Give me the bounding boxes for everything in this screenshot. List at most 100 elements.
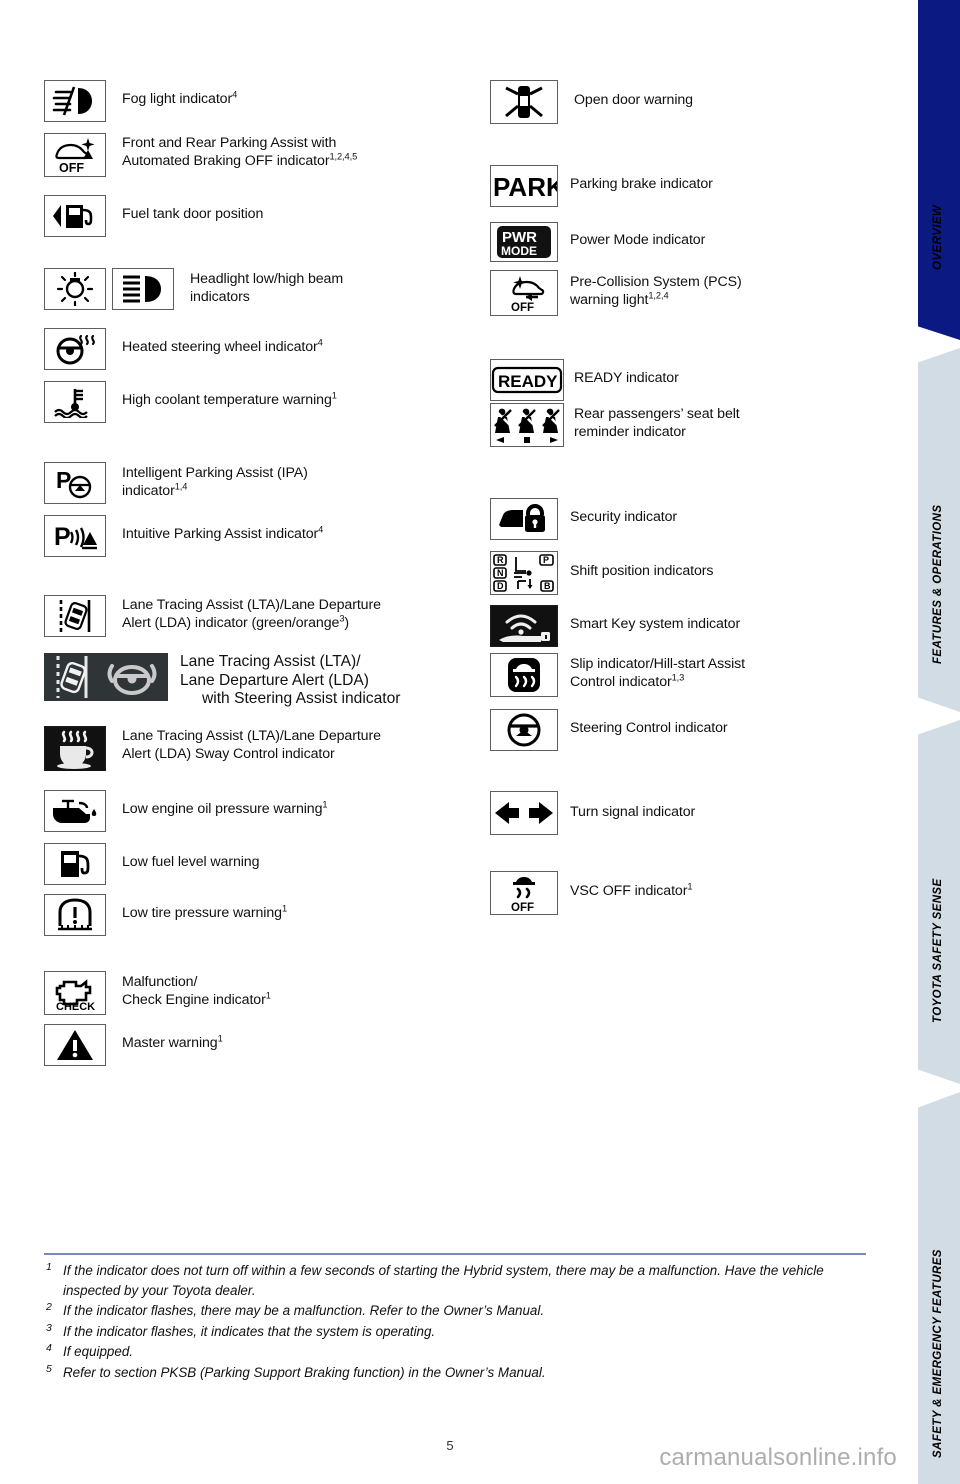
list-item-label: Headlight low/high beam indicators — [190, 271, 343, 306]
list-item: Steering Control indicator — [490, 709, 728, 751]
slip-hill-start-assist-icon — [490, 653, 558, 697]
shift-position-icon: RND P B — [490, 551, 558, 595]
label-line-2: Alert (LDA) Sway Control indicator — [122, 745, 335, 762]
label-superscript: 4 — [317, 337, 323, 348]
fuel-tank-door-icon — [44, 195, 106, 237]
list-item: P Intelligent Parking Assist (IPA) indic… — [44, 462, 308, 504]
label-text: Intuitive Parking Assist indicator — [122, 526, 319, 542]
tab-overview[interactable]: OVERVIEW — [918, 0, 960, 340]
footnote-item: 1 If the indicator does not turn off wit… — [46, 1261, 876, 1300]
list-item: Security indicator — [490, 498, 677, 540]
list-item-label: Low engine oil pressure warning1 — [122, 799, 328, 819]
list-item: RND P B Shift position indicators — [490, 551, 714, 595]
list-item: Headlight low/high beam indicators — [44, 268, 343, 310]
label-line-1: Intelligent Parking Assist (IPA) — [122, 465, 308, 481]
fog-light-icon — [44, 80, 106, 122]
label-superscript: 1,4 — [174, 480, 188, 491]
label-line-1: Lane Tracing Assist (LTA)/Lane Departure — [122, 728, 381, 744]
vsc-off-icon: OFF — [490, 871, 558, 915]
label-text: Low tire pressure warning — [122, 905, 282, 921]
label-text: High coolant temperature warning — [122, 392, 332, 408]
footnote-number: 1 — [46, 1261, 52, 1273]
footnote-item: 3 If the indicator flashes, it indicates… — [46, 1322, 876, 1342]
list-item: CHECK Malfunction/ Check Engine indicato… — [44, 971, 271, 1015]
label-superscript: 1,2,4 — [648, 289, 669, 300]
list-item-label: Heated steering wheel indicator4 — [122, 337, 323, 357]
label-text: Master warning — [122, 1035, 218, 1051]
footnote-number: 3 — [46, 1321, 52, 1334]
label-line-2: indicators — [190, 288, 250, 305]
low-tire-pressure-icon — [44, 894, 106, 936]
list-item: PARK Parking brake indicator — [490, 165, 713, 207]
footnotes: 1 If the indicator does not turn off wit… — [46, 1261, 876, 1383]
svg-text:OFF: OFF — [59, 161, 84, 174]
list-item-label: Steering Control indicator — [570, 720, 728, 736]
list-item-label: Low fuel level warning — [122, 854, 260, 870]
intuitive-parking-assist-icon: P — [44, 515, 106, 557]
label-line-1: Rear passengers’ seat belt — [574, 406, 740, 422]
svg-text:MODE: MODE — [501, 244, 537, 258]
list-item-label: Pre-Collision System (PCS) warning light… — [570, 274, 742, 309]
list-item-label: High coolant temperature warning1 — [122, 391, 337, 410]
list-item: Low engine oil pressure warning1 — [44, 790, 328, 832]
label-line-2: indicator1,4 — [122, 480, 188, 499]
label-line-2: Automated Braking OFF indicator1,2,4,5 — [122, 150, 358, 169]
list-item-label: Slip indicator/Hill-start Assist Control… — [570, 656, 745, 691]
tab-toyota-safety-sense-label: TOYOTA SAFETY SENSE — [932, 878, 944, 1023]
master-warning-icon — [44, 1024, 106, 1066]
list-item-label: Lane Tracing Assist (LTA)/Lane Departure… — [122, 597, 381, 632]
footnote-item: 2 If the indicator flashes, there may be… — [46, 1301, 876, 1321]
smart-key-system-icon — [490, 605, 558, 647]
footnote-number: 2 — [46, 1301, 52, 1313]
list-item-label: Lane Tracing Assist (LTA)/Lane Departure… — [122, 728, 381, 763]
list-item: Lane Tracing Assist (LTA)/Lane Departure… — [44, 726, 381, 771]
tab-safety-emergency-features[interactable]: SAFETY & EMERGENCY FEATURES — [918, 1092, 960, 1484]
label-line-1: Headlight low/high beam — [190, 271, 344, 287]
headlight-low-beam-icon — [44, 268, 106, 310]
list-item: READY READY indicator — [490, 359, 679, 401]
label-text: Heated steering wheel indicator — [122, 339, 318, 355]
list-item-label: Open door warning — [574, 92, 693, 108]
list-item: Slip indicator/Hill-start Assist Control… — [490, 653, 745, 697]
list-item: Rear passengers’ seat belt reminder indi… — [490, 403, 740, 447]
label-superscript: 1 — [265, 989, 271, 1000]
list-item: Lane Tracing Assist (LTA)/Lane Departure… — [44, 595, 381, 637]
list-item-label: Master warning1 — [122, 1034, 223, 1053]
list-item: Master warning1 — [44, 1024, 223, 1066]
malfunction-check-engine-icon: CHECK — [44, 971, 106, 1015]
svg-text:P: P — [54, 523, 71, 551]
footnote-text: Refer to section PKSB (Parking Support B… — [63, 1364, 546, 1380]
list-item: Lane Tracing Assist (LTA)/ Lane Departur… — [44, 653, 400, 709]
site-watermark: carmanualsonline.info — [659, 1444, 897, 1471]
footnote-text: If the indicator flashes, there may be a… — [63, 1303, 545, 1318]
ready-icon: READY — [490, 359, 564, 401]
svg-text:D: D — [497, 581, 504, 591]
footnote-text: If the indicator flashes, it indicates t… — [63, 1323, 436, 1339]
lta-lda-steering-assist-icon — [44, 653, 168, 701]
list-item-label: Rear passengers’ seat belt reminder indi… — [574, 406, 740, 441]
label-line-2: Alert (LDA) indicator (green/orange3) — [122, 612, 350, 631]
intelligent-parking-assist-icon: P — [44, 462, 106, 504]
tab-toyota-safety-sense[interactable]: TOYOTA SAFETY SENSE — [918, 720, 960, 1084]
footnote-number: 5 — [46, 1362, 52, 1375]
svg-text:CHECK: CHECK — [56, 1001, 95, 1012]
tab-features-operations-label: FEATURES & OPERATIONS — [932, 504, 944, 664]
list-item-label: VSC OFF indicator1 — [570, 882, 693, 901]
svg-text:R: R — [497, 555, 504, 565]
label-superscript: 1 — [322, 799, 328, 810]
footnote-divider — [44, 1253, 866, 1255]
list-item: Heated steering wheel indicator4 — [44, 328, 323, 370]
low-engine-oil-pressure-icon — [44, 790, 106, 832]
tab-features-operations[interactable]: FEATURES & OPERATIONS — [918, 348, 960, 712]
lta-lda-sway-control-icon — [44, 726, 106, 771]
label-superscript: 1 — [281, 903, 288, 914]
list-item: High coolant temperature warning1 — [44, 381, 337, 423]
manual-page: OVERVIEW FEATURES & OPERATIONS TOYOTA SA… — [0, 0, 960, 1484]
label-superscript: 4 — [232, 89, 238, 100]
tab-safety-emergency-features-label: SAFETY & EMERGENCY FEATURES — [932, 1249, 944, 1458]
label-line-2: Control indicator1,3 — [570, 671, 685, 690]
label-text: Low engine oil pressure warning — [122, 801, 323, 817]
list-item-label: Front and Rear Parking Assist with Autom… — [122, 135, 357, 170]
svg-text:OFF: OFF — [511, 902, 534, 913]
list-item-label: Fuel tank door position — [122, 206, 264, 222]
